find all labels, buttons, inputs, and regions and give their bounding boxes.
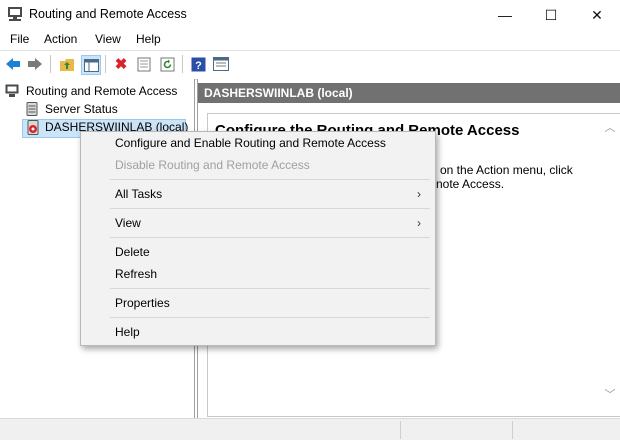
scroll-up-arrow-icon[interactable]: ︿ [603, 119, 617, 134]
back-icon[interactable] [4, 55, 22, 73]
menu-help[interactable]: Help [136, 32, 161, 46]
forward-icon[interactable] [26, 55, 44, 73]
server-status-icon [26, 102, 38, 116]
context-menu: Configure and Enable Routing and Remote … [80, 131, 436, 346]
content-text-line: note Access. [436, 177, 505, 191]
submenu-arrow-icon: › [417, 216, 421, 230]
details-header-title: DASHERSWIINLAB (local) [204, 86, 353, 100]
delete-icon[interactable]: ✖ [112, 55, 130, 73]
help-icon[interactable]: ? [189, 55, 207, 73]
menu-separator [110, 288, 430, 289]
menu-item-properties[interactable]: Properties [115, 296, 170, 310]
menu-view[interactable]: View [95, 32, 121, 46]
status-divider [512, 421, 513, 439]
menu-item-view[interactable]: View [115, 216, 141, 230]
menu-separator [110, 237, 430, 238]
toolbar-separator [182, 55, 183, 73]
window-title: Routing and Remote Access [29, 7, 187, 21]
submenu-arrow-icon: › [417, 187, 421, 201]
content-text-line: on the Action menu, click [440, 163, 573, 177]
menu-separator [110, 179, 430, 180]
details-header: DASHERSWIINLAB (local) [198, 83, 620, 103]
maximize-button[interactable]: ☐ [528, 0, 574, 30]
svg-text:?: ? [195, 60, 202, 72]
scroll-down-arrow-icon[interactable]: ﹀ [603, 386, 617, 401]
menu-item-configure-enable[interactable]: Configure and Enable Routing and Remote … [115, 136, 386, 150]
menu-item-refresh[interactable]: Refresh [115, 267, 157, 281]
status-bar [0, 418, 620, 440]
export-list-icon[interactable] [212, 55, 230, 73]
up-folder-icon[interactable] [58, 55, 76, 73]
status-divider [400, 421, 401, 439]
server-stopped-icon [27, 120, 39, 135]
properties-icon[interactable] [135, 55, 153, 73]
menu-item-delete[interactable]: Delete [115, 245, 150, 259]
menu-separator [110, 317, 430, 318]
show-hide-tree-icon[interactable] [81, 55, 101, 75]
routing-root-icon [5, 84, 19, 97]
menu-item-help[interactable]: Help [115, 325, 140, 339]
menu-item-all-tasks[interactable]: All Tasks [115, 187, 162, 201]
menu-separator [110, 208, 430, 209]
toolbar-separator [105, 55, 106, 73]
close-button[interactable]: ✕ [574, 0, 620, 30]
menu-bar [0, 30, 620, 50]
menu-file[interactable]: File [10, 32, 29, 46]
tree-item-routing-root[interactable]: Routing and Remote Access [26, 84, 177, 98]
refresh-icon[interactable] [158, 55, 176, 73]
menu-action[interactable]: Action [44, 32, 77, 46]
menu-item-disable: Disable Routing and Remote Access [115, 158, 310, 172]
routing-app-icon [8, 7, 22, 21]
tree-item-server-status[interactable]: Server Status [45, 102, 118, 116]
toolbar-separator [50, 55, 51, 73]
minimize-button[interactable]: — [482, 0, 528, 30]
